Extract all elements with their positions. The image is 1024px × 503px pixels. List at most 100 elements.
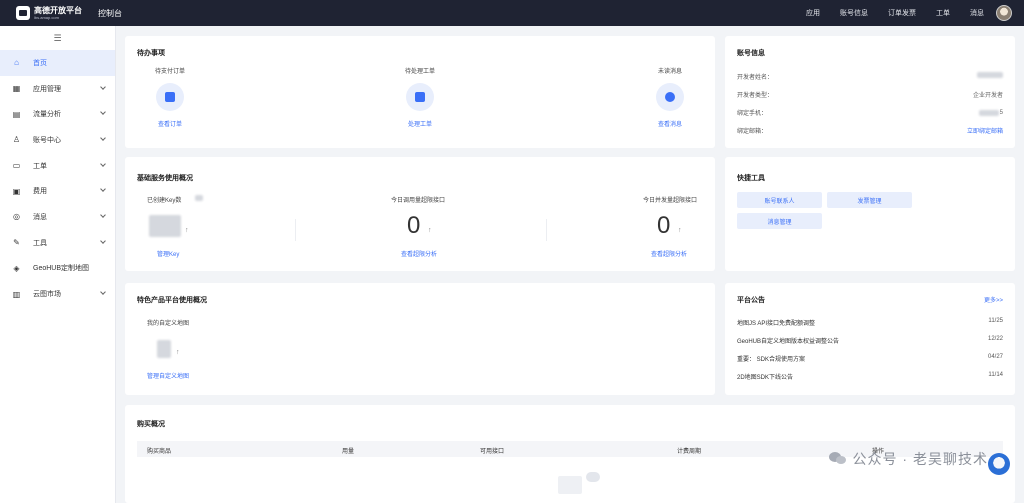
- notice-item[interactable]: GeoHUB自定义地图版本权益调整公告 12/22: [737, 336, 1003, 345]
- notice-card: 平台公告 更多>> 地图JS API接口免费配额调整 11/25 GeoHUB自…: [725, 283, 1015, 395]
- arrow-up-icon: ↑: [428, 227, 432, 234]
- sidebar-item-label: 账号中心: [33, 136, 61, 144]
- sidebar-item[interactable]: ◈ GeoHUB定制地图: [0, 256, 115, 282]
- sidebar-item[interactable]: ♙ 账号中心: [0, 127, 115, 153]
- notice-item[interactable]: 2D地图SDK下线公告 11/14: [737, 372, 1003, 381]
- chevron-down-icon: [100, 109, 106, 116]
- menu-toggle-icon[interactable]: ☰: [0, 26, 115, 50]
- message-manage-button[interactable]: 消息管理: [737, 213, 822, 229]
- chevron-down-icon: [100, 160, 106, 167]
- notice-text: 地图JS API接口免费配额调整: [737, 321, 816, 327]
- col-billing-cycle: 计费周期: [677, 449, 702, 455]
- chat-icon[interactable]: [656, 83, 684, 111]
- logo-subtitle: lbs.amap.com: [34, 14, 59, 20]
- sidebar-item-label: 工具: [33, 239, 47, 247]
- custom-map-label: 我的自定义地图: [147, 321, 190, 327]
- sidebar-item[interactable]: ◎ 消息: [0, 204, 115, 230]
- concurrency-limit-value: 0: [657, 212, 671, 239]
- tools-card: 快捷工具 账号联系人 发票管理 消息管理: [725, 157, 1015, 271]
- notice-text: GeoHUB自定义地图版本权益调整公告: [737, 339, 840, 345]
- empty-illustration-icon: [558, 476, 582, 494]
- sidebar-item[interactable]: ▤ 流量分析: [0, 101, 115, 127]
- sidebar-item[interactable]: ⌂ 首页: [0, 50, 115, 76]
- user-avatar[interactable]: [996, 5, 1012, 21]
- key-count-value: [149, 215, 181, 237]
- account-title: 账号信息: [737, 50, 765, 57]
- top-nav-apps[interactable]: 应用: [806, 8, 820, 18]
- arrow-up-icon: ↑: [185, 227, 189, 234]
- todo-pending-tickets: 待处理工单 处理工单: [390, 66, 450, 128]
- notice-item[interactable]: 地图JS API接口免费配额调整 11/25: [737, 318, 1003, 327]
- account-label: 开发者姓名：: [737, 75, 774, 81]
- layers-icon: ◈: [13, 263, 20, 273]
- top-nav-message[interactable]: 消息: [970, 8, 984, 18]
- arrow-up-icon: ↑: [176, 349, 180, 356]
- notice-date: 04/27: [987, 354, 1003, 360]
- col-available-api: 可用接口: [480, 449, 505, 455]
- sidebar-item[interactable]: ▦ 应用管理: [0, 76, 115, 102]
- top-bar: 高德开放平台 lbs.amap.com 控制台 应用 账号信息 订单发票 工单 …: [0, 0, 1024, 26]
- account-card: 账号信息 开发者姓名： 开发者类型： 企业开发者 绑定手机： 5 绑定邮箱： 立…: [725, 36, 1015, 148]
- chevron-down-icon: [100, 212, 106, 218]
- sidebar-item[interactable]: ✎ 工具: [0, 230, 115, 256]
- logo-title: 高德开放平台: [34, 5, 82, 15]
- user-icon: ♙: [12, 135, 21, 145]
- message-icon: ◎: [13, 212, 20, 222]
- contact-button[interactable]: 账号联系人: [737, 192, 822, 208]
- view-orders-link[interactable]: 查看订单: [158, 119, 182, 128]
- divider: [295, 219, 296, 241]
- top-nav-invoice[interactable]: 订单发票: [888, 8, 916, 18]
- chevron-down-icon: [100, 237, 106, 244]
- col-usage: 用量: [342, 449, 355, 455]
- special-card: 特色产品平台使用概况 我的自定义地图 ↑ 管理自定义地图: [125, 283, 715, 395]
- sidebar-item[interactable]: ▥ 云图市场: [0, 281, 115, 307]
- sidebar-item[interactable]: ▭ 工单: [0, 153, 115, 179]
- handle-tickets-link[interactable]: 处理工单: [408, 119, 432, 128]
- col-product: 购买商品: [147, 449, 172, 455]
- sidebar-item-label: 工单: [33, 162, 47, 170]
- view-messages-link[interactable]: 查看消息: [658, 119, 682, 128]
- invoice-button[interactable]: 发票管理: [827, 192, 912, 208]
- account-label: 绑定手机：: [737, 111, 768, 117]
- console-title[interactable]: 控制台: [98, 8, 122, 19]
- ticket-icon: ▭: [12, 161, 21, 171]
- top-nav-ticket[interactable]: 工单: [936, 8, 950, 18]
- arrow-up-icon: ↑: [678, 227, 682, 234]
- sidebar-item-label: 首页: [33, 59, 47, 67]
- tools-title: 快捷工具: [737, 175, 765, 182]
- sidebar-item-label: 费用: [33, 188, 47, 196]
- account-row-type: 开发者类型： 企业开发者: [737, 90, 1003, 99]
- sidebar-list: ⌂ 首页 ▦ 应用管理 ▤ 流量分析 ♙ 账号中心 ▭ 工单 ▣ 费用 ◎ 消息 ✎ 工具 ◈ GeoHUB定制地…: [0, 50, 115, 307]
- sidebar-item-label: 流量分析: [33, 111, 61, 119]
- notice-text: 重要： SDK合规使用方案: [737, 357, 806, 363]
- divider: [546, 219, 547, 241]
- bind-email-link[interactable]: 立即绑定邮箱: [967, 126, 1003, 135]
- account-row-email: 绑定邮箱： 立即绑定邮箱: [737, 126, 1003, 135]
- service-card: 基础服务使用概况 已创建Key数 ↑ 管理Key 今日调用量超限接口 0 ↑ 查…: [125, 157, 715, 271]
- notice-date: 11/14: [988, 372, 1003, 378]
- clipboard-icon[interactable]: [406, 83, 434, 111]
- wrench-icon: ✎: [13, 238, 20, 248]
- concurrency-limit-label: 今日并发量超限接口: [643, 198, 698, 204]
- top-nav-account[interactable]: 账号信息: [840, 8, 868, 18]
- home-icon: ⌂: [14, 58, 19, 68]
- notice-item[interactable]: 重要： SDK合规使用方案 04/27: [737, 354, 1003, 363]
- manage-custom-map-link[interactable]: 管理自定义地图: [147, 371, 189, 380]
- sidebar-item[interactable]: ▣ 费用: [0, 178, 115, 204]
- sidebar-item-label: 应用管理: [33, 85, 61, 93]
- more-link[interactable]: 更多>>: [984, 295, 1003, 304]
- service-title: 基础服务使用概况: [137, 175, 193, 182]
- todo-label: 未读消息: [657, 69, 682, 75]
- watermark-avatar-icon: [988, 453, 1010, 475]
- call-limit-analysis-link[interactable]: 查看超限分析: [401, 249, 437, 258]
- wallet-icon[interactable]: [156, 83, 184, 111]
- todo-pending-orders: 待支付订单 查看订单: [140, 66, 200, 128]
- concurrency-analysis-link[interactable]: 查看超限分析: [651, 249, 687, 258]
- logo[interactable]: 高德开放平台 lbs.amap.com: [16, 6, 96, 20]
- grid-icon: ▦: [12, 84, 21, 94]
- custom-map-count: [157, 340, 171, 358]
- manage-key-link[interactable]: 管理Key: [157, 249, 179, 258]
- account-row-name: 开发者姓名：: [737, 72, 1003, 81]
- purchase-title: 购买概况: [137, 421, 165, 428]
- special-title: 特色产品平台使用概况: [137, 297, 207, 304]
